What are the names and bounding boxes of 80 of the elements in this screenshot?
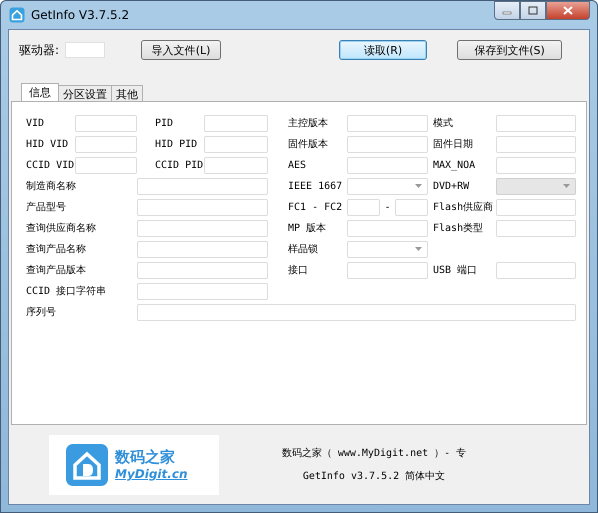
info-text: 数码之家（ www.MyDigit.net ）- 专 — [282, 446, 466, 460]
field-label: 固件日期 — [433, 138, 474, 151]
field-label: 主控版本 — [288, 116, 329, 130]
input-field[interactable] — [347, 156, 428, 174]
tab[interactable]: 其他 — [111, 85, 143, 101]
input-field[interactable] — [75, 156, 137, 174]
toolbar-button[interactable]: 导入文件(L) — [141, 40, 222, 60]
input-field[interactable] — [75, 136, 137, 152]
house-icon — [65, 442, 109, 486]
field-label: 样品锁 — [288, 242, 319, 256]
info-text: GetInfo v3.7.5.2 简体中文 — [302, 470, 446, 483]
field-label: 固件版本 — [288, 138, 329, 151]
logo-url: MyDigit.cn — [115, 467, 188, 481]
field-label: 查询产品名称 — [26, 242, 87, 256]
caret-icon — [563, 184, 570, 188]
field-label: HID VID — [26, 138, 70, 150]
field-label: 查询产品版本 — [26, 264, 87, 277]
field-label: FC1 - FC2 — [288, 202, 344, 212]
house-icon — [9, 7, 25, 23]
input-field[interactable] — [496, 136, 576, 152]
field-label: MAX_NOA — [433, 160, 476, 170]
input-field[interactable] — [347, 262, 428, 278]
input-field[interactable] — [347, 198, 380, 216]
input-field[interactable] — [137, 198, 268, 216]
input-field[interactable] — [204, 114, 268, 132]
input-field[interactable] — [496, 220, 576, 236]
input-field[interactable] — [137, 220, 268, 236]
field-label: Flash供应商 — [433, 200, 494, 214]
field-label: PID — [155, 118, 174, 128]
field-label: MP 版本 — [288, 222, 328, 235]
field-label: USB 端口 — [433, 264, 478, 277]
close-button[interactable] — [546, 1, 590, 20]
input-field[interactable] — [75, 114, 137, 132]
input-field[interactable] — [496, 262, 576, 278]
tab[interactable]: 分区设置 — [58, 85, 112, 101]
tab[interactable]: 信息 — [21, 83, 59, 101]
input-field[interactable] — [496, 114, 576, 132]
field-label: 查询供应商名称 — [26, 222, 97, 235]
caret-icon — [415, 184, 422, 188]
field-label: Flash类型 — [433, 222, 484, 235]
input-field[interactable] — [137, 178, 268, 194]
field-label: CCID 接口字符串 — [26, 284, 108, 298]
input-field[interactable] — [347, 136, 428, 152]
input-field[interactable] — [496, 198, 576, 216]
drive-field[interactable] — [65, 42, 106, 58]
window-title: GetInfo V3.7.5.2 — [31, 8, 130, 22]
field-label: 接口 — [288, 264, 309, 277]
input-field[interactable] — [204, 156, 268, 174]
maximize-icon — [528, 6, 538, 15]
field-label: 制造商名称 — [26, 180, 77, 193]
input-field[interactable] — [137, 304, 576, 320]
field-label: DVD+RW — [433, 180, 470, 192]
field-label: 序列号 — [26, 306, 57, 319]
field-label: HID PID — [155, 138, 198, 150]
input-field[interactable] — [496, 156, 576, 174]
field-label: CCID VID — [26, 160, 75, 170]
field-label: 产品型号 — [26, 200, 67, 214]
dropdown[interactable] — [347, 178, 428, 194]
input-field[interactable] — [347, 114, 428, 132]
input-field[interactable] — [347, 220, 428, 236]
range-separator: - — [384, 202, 390, 212]
field-label: 模式 — [433, 116, 454, 130]
input-field[interactable] — [395, 198, 428, 216]
toolbar-button[interactable]: 读取(R) — [339, 40, 428, 60]
maximize-button[interactable] — [520, 1, 546, 20]
toolbar-button[interactable]: 保存到文件(S) — [457, 40, 562, 60]
field-label: CCID PID — [155, 160, 204, 170]
input-field[interactable] — [137, 262, 268, 278]
input-field[interactable] — [204, 136, 268, 152]
field-label: IEEE 1667 — [288, 180, 344, 192]
caret-icon — [415, 247, 422, 251]
logo-title: 数码之家 — [115, 448, 176, 467]
minimize-button[interactable] — [494, 1, 520, 20]
close-icon — [563, 6, 573, 15]
dropdown[interactable] — [347, 240, 428, 258]
drive-label: 驱动器: — [19, 42, 60, 58]
input-field[interactable] — [137, 240, 268, 258]
input-field[interactable] — [137, 282, 268, 300]
field-label: VID — [26, 118, 46, 128]
field-label: AES — [288, 160, 308, 170]
